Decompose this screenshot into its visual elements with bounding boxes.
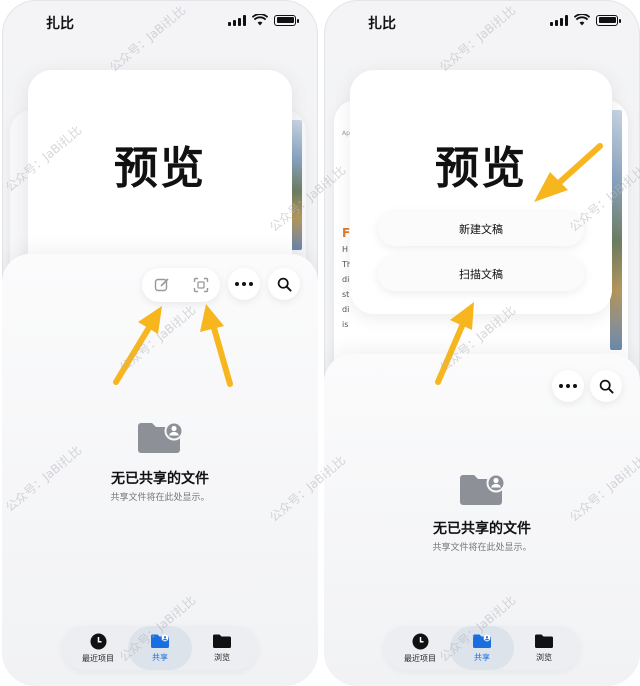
status-bar: 扎比 bbox=[2, 0, 318, 44]
more-icon bbox=[559, 384, 577, 388]
status-icons bbox=[228, 14, 299, 26]
document-line: di bbox=[342, 305, 350, 314]
tab-label: 最近项目 bbox=[82, 653, 114, 663]
arrow-annotation bbox=[200, 304, 233, 387]
tab-bar: 最近项目 共享 浏览 bbox=[384, 626, 580, 670]
empty-state-title: 无已共享的文件 bbox=[433, 521, 531, 537]
tab-browse[interactable]: 浏览 bbox=[190, 626, 254, 670]
search-icon bbox=[599, 379, 614, 394]
clock-icon bbox=[90, 633, 106, 649]
tab-bar: 最近项目 共享 浏览 bbox=[62, 626, 258, 670]
clock-icon bbox=[412, 633, 428, 649]
document-line: di bbox=[342, 275, 350, 284]
shared-folder-icon bbox=[460, 473, 504, 505]
document-top-text: Ap bbox=[342, 130, 350, 137]
tab-label: 最近项目 bbox=[404, 653, 436, 663]
status-bar: 扎比 bbox=[324, 0, 640, 44]
preview-title: 预览 bbox=[114, 143, 206, 194]
battery-icon bbox=[274, 14, 299, 26]
tab-label: 共享 bbox=[152, 653, 168, 662]
new-document-button[interactable]: 新建文稿 bbox=[378, 212, 584, 246]
scan-document-button[interactable]: 扫描文稿 bbox=[378, 257, 584, 291]
empty-state-subtitle: 共享文件将在此处显示。 bbox=[110, 493, 210, 503]
signal-icon bbox=[228, 14, 246, 26]
tab-label: 浏览 bbox=[536, 653, 552, 662]
status-time: 扎比 bbox=[368, 16, 396, 32]
tab-recents[interactable]: 最近项目 bbox=[66, 626, 130, 670]
tab-label: 浏览 bbox=[214, 653, 230, 662]
scan-icon[interactable] bbox=[193, 277, 209, 293]
compose-icon[interactable] bbox=[154, 277, 170, 293]
arrow-annotation bbox=[534, 143, 603, 202]
document-heading: F bbox=[342, 226, 351, 240]
tab-browse[interactable]: 浏览 bbox=[512, 626, 576, 670]
phone-screen-right: 扎比 Ap F H Th di st di is 预览 新建文稿 扫描文稿 无已… bbox=[324, 0, 640, 686]
shared-folder-icon bbox=[151, 634, 169, 648]
shared-folder-icon bbox=[473, 634, 491, 648]
toolbar-pill bbox=[142, 268, 220, 302]
tab-shared[interactable]: 共享 bbox=[128, 626, 192, 670]
empty-state-title: 无已共享的文件 bbox=[111, 471, 209, 487]
files-sheet: 无已共享的文件 共享文件将在此处显示。 最近项目 共享 浏览 bbox=[324, 354, 640, 686]
tab-shared[interactable]: 共享 bbox=[450, 626, 514, 670]
battery-icon bbox=[596, 14, 621, 26]
more-button[interactable] bbox=[228, 268, 260, 300]
status-icons bbox=[550, 14, 621, 26]
more-icon bbox=[235, 282, 253, 286]
phone-screen-left: 扎比 预览 无已共享的文件 共享文件将在此处显示。 最近项目 共享 浏览 bbox=[2, 0, 318, 686]
search-button[interactable] bbox=[268, 268, 300, 300]
arrow-annotation bbox=[435, 302, 474, 385]
document-line: is bbox=[342, 320, 349, 329]
search-button[interactable] bbox=[590, 370, 622, 402]
wifi-icon bbox=[574, 14, 590, 26]
search-icon bbox=[277, 277, 292, 292]
arrow-annotation bbox=[113, 306, 162, 385]
document-line: H bbox=[342, 245, 349, 254]
status-time: 扎比 bbox=[46, 16, 74, 32]
tab-label: 共享 bbox=[474, 653, 490, 662]
folder-icon bbox=[535, 634, 553, 648]
signal-icon bbox=[550, 14, 568, 26]
more-button[interactable] bbox=[552, 370, 584, 402]
tab-recents[interactable]: 最近项目 bbox=[388, 626, 452, 670]
wifi-icon bbox=[252, 14, 268, 26]
folder-icon bbox=[213, 634, 231, 648]
shared-folder-icon bbox=[138, 421, 182, 453]
empty-state-subtitle: 共享文件将在此处显示。 bbox=[432, 543, 532, 553]
document-line: st bbox=[342, 290, 350, 299]
